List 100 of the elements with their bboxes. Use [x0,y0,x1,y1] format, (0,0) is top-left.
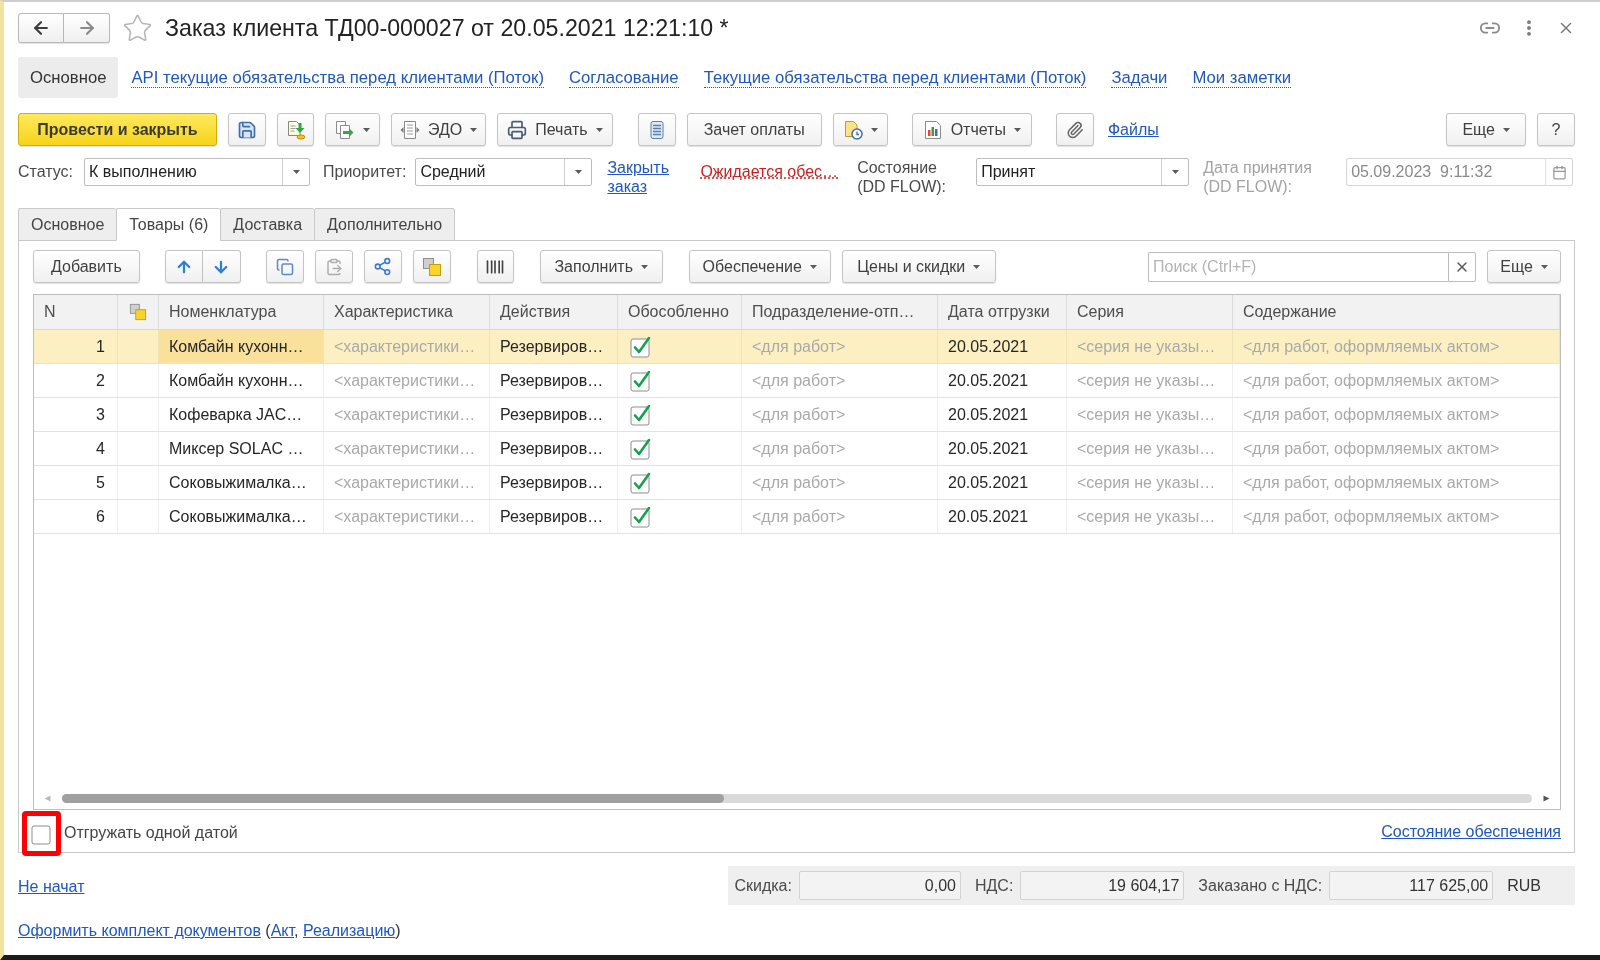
document-clock-button[interactable] [832,113,888,146]
table-cell: Резервиров… [490,466,618,499]
column-header[interactable]: Подразделение-отп… [742,295,938,329]
post-button[interactable] [277,113,314,146]
prices-button[interactable]: Цены и скидки [841,250,996,283]
checked-checkbox-icon[interactable] [630,471,652,494]
back-button[interactable] [18,13,64,43]
list-button[interactable] [637,113,676,146]
clear-search-button[interactable] [1448,251,1476,282]
column-header[interactable]: Характеристика [324,295,490,329]
checkbox-label[interactable]: Отгружать одной датой [64,824,238,842]
provision-button[interactable]: Обеспечение [688,250,831,283]
column-header[interactable]: Серия [1067,295,1233,329]
document-link[interactable]: Акт [270,922,295,939]
attach-button[interactable] [1055,113,1094,146]
status-link[interactable]: Не начат [18,877,85,896]
star-icon[interactable] [122,12,153,44]
table-cell: <серия не указы… [1067,466,1233,499]
table-row[interactable]: 5 Соковыжималка… <характеристики… Резервиров… <для работ> 20.05.2021 <серия не указы… <для работ, оформляемых актом> [34,466,1560,500]
checked-checkbox-icon[interactable] [630,369,652,392]
table-cell: 2 [34,364,118,397]
table-cell: <характеристики… [324,432,490,465]
scroll-left-icon[interactable] [44,794,51,802]
save-button[interactable] [228,113,266,146]
column-header[interactable]: Дата отгрузки [938,295,1067,329]
caret-icon [292,170,300,174]
files-link[interactable]: Файлы [1107,120,1159,139]
tab[interactable]: Основное [18,208,117,241]
search-field[interactable]: Поиск (Ctrl+F) [1148,251,1448,282]
table-cell: <для работ> [742,364,938,397]
scrollbar-thumb[interactable] [62,793,724,803]
scrollbar-track[interactable] [62,793,1532,803]
table-cell: <для работ> [742,500,938,533]
nav-tab[interactable]: Согласование [556,57,691,98]
checked-checkbox-icon[interactable] [630,505,652,528]
checked-checkbox-icon[interactable] [630,437,652,460]
scroll-right-icon[interactable] [1543,794,1550,802]
branch-button[interactable] [363,250,402,283]
nav-tab[interactable]: Задачи [1099,57,1180,98]
table-cell: Резервиров… [490,500,618,533]
squares-button[interactable] [412,250,451,283]
document-link[interactable]: Реализацию [303,922,396,939]
table-cell: 20.05.2021 [938,364,1067,397]
nav-tab[interactable]: Основное [18,57,119,98]
column-header[interactable]: Обособленно [618,295,742,329]
checked-checkbox-icon[interactable] [630,403,652,426]
document-link[interactable]: Оформить комплект документов [18,922,261,939]
table-cell: <для работ, оформляемых актом> [1233,432,1560,465]
caret-icon [363,127,370,132]
provision-warning-link[interactable]: Ожидается обес… [700,158,839,186]
table-cell: <для работ, оформляемых актом> [1233,330,1560,363]
edo-button[interactable]: ЭДО [391,113,487,146]
table-cell: Соковыжималка… [159,466,324,499]
table-cell: Соковыжималка… [159,500,324,533]
copy-button[interactable] [265,250,304,283]
tab[interactable]: Доставка [220,208,315,241]
close-order-link[interactable]: Закрыть заказ [607,158,674,196]
amount-field: 0,00 [798,871,961,900]
help-button[interactable]: ? [1537,113,1575,146]
fill-button[interactable]: Заполнить [539,250,663,283]
nav-tab[interactable]: Мои заметки [1180,57,1304,98]
payment-offset-button[interactable]: Зачет оплаты [686,113,822,146]
provision-status-link[interactable]: Состояние обеспечения [1381,823,1561,841]
column-header[interactable]: Номенклатура [159,295,324,329]
post-and-close-button[interactable]: Провести и закрыть [18,113,217,146]
move-down-button[interactable] [202,250,241,283]
currency-label: RUB [1507,876,1541,895]
table-cell: <серия не указы… [1067,398,1233,431]
table-cell: <серия не указы… [1067,364,1233,397]
checkbox-icon[interactable] [30,822,53,845]
priority-select[interactable]: Средний [415,158,593,186]
column-header[interactable]: Действия [490,295,618,329]
tab[interactable]: Товары (6) [116,208,221,241]
status-select[interactable]: К выполнению [84,158,311,186]
table-cell: <для работ, оформляемых актом> [1233,364,1560,397]
add-button[interactable]: Добавить [33,250,140,283]
nav-tab[interactable]: Текущие обязательства перед клиентами (Поток) [691,57,1099,98]
table-row[interactable]: 2 Комбайн кухонн… <характеристики… Резервиров… <для работ> 20.05.2021 <серия не указы… <для работ, оформляемых актом> [34,364,1560,398]
state-select[interactable]: Принят [976,158,1190,186]
column-header[interactable]: N [34,295,118,329]
paperclip-icon [1065,120,1084,139]
table-row[interactable]: 3 Кофеварка JAC… <характеристики… Резервиров… <для работ> 20.05.2021 <серия не указы… <для работ, оформляемых актом> [34,398,1560,432]
table-cell: <для работ> [742,330,938,363]
barcode-button[interactable] [476,250,514,283]
table-cell: 20.05.2021 [938,500,1067,533]
table-row[interactable]: 4 Миксер SOLAC … <характеристики… Резервиров… <для работ> 20.05.2021 <серия не указы… <для работ, оформляемых актом> [34,432,1560,466]
table-cell: Кофеварка JAC… [159,398,324,431]
move-up-button[interactable] [164,250,203,283]
create-based-on-button[interactable] [325,113,380,146]
checked-checkbox-icon[interactable] [630,335,652,358]
table-row[interactable]: 6 Соковыжималка… <характеристики… Резервиров… <для работ> 20.05.2021 <серия не указы… <для работ, оформляемых актом> [34,500,1560,534]
nav-tab[interactable]: API текущие обязательства перед клиентами (Поток) [119,57,556,98]
more-button[interactable]: Еще [1446,113,1526,146]
tab[interactable]: Дополнительно [314,208,456,241]
column-header[interactable]: Содержание [1233,295,1560,329]
total-label: Заказано с НДС: [1198,876,1323,895]
table-row[interactable]: 1 Комбайн кухонн… <характеристики… Резервиров… <для работ> 20.05.2021 <серия не указы… <для работ, оформляемых актом> [34,330,1560,364]
reports-button[interactable]: Отчеты [911,113,1032,146]
print-button[interactable]: Печать [497,113,613,146]
table-more-button[interactable]: Еще [1487,250,1561,283]
